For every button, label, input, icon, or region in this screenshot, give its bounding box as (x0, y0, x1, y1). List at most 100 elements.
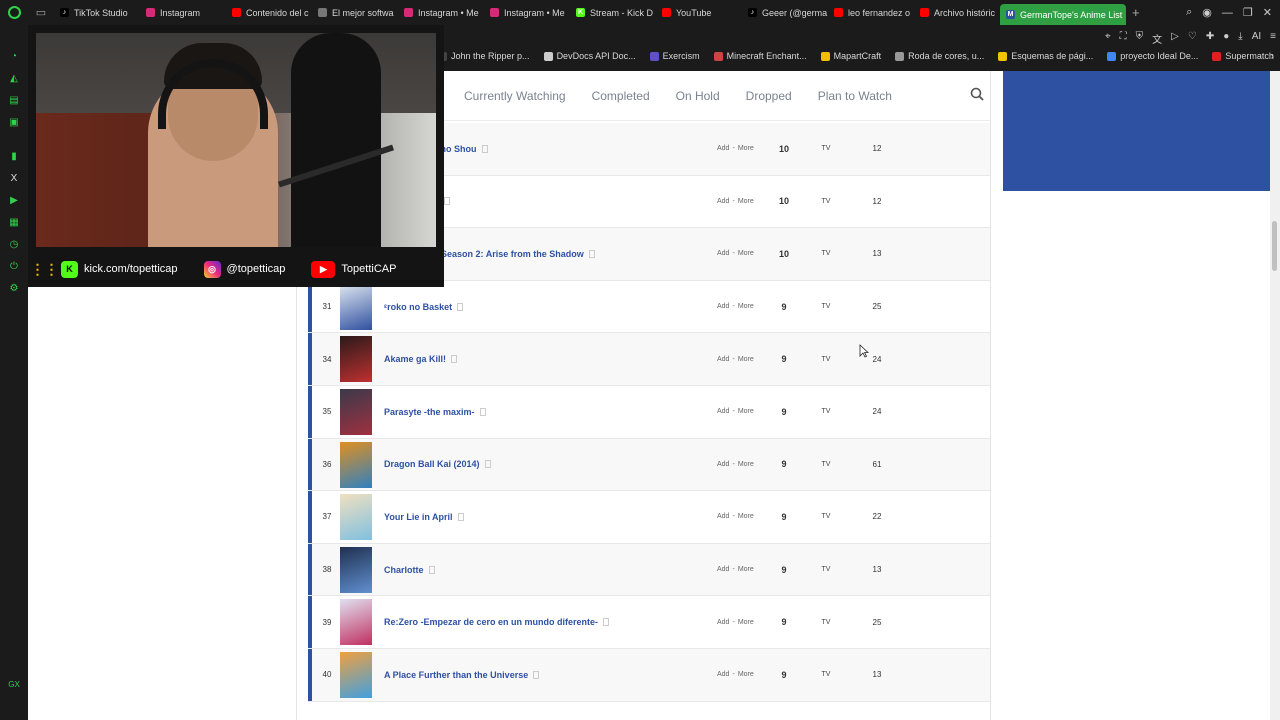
browser-tab[interactable]: M GermanTope's Anime List (1000, 4, 1126, 25)
anime-title-link[interactable]: Dragon Ball Kai (2014) (384, 439, 491, 491)
add-link[interactable]: Add (717, 198, 729, 205)
search-icon[interactable] (964, 81, 990, 107)
status-tab[interactable]: Plan to Watch (818, 89, 892, 103)
bookmark-item[interactable]: MapartCraft (820, 51, 881, 61)
anime-cover-image[interactable] (340, 388, 372, 435)
player-icon[interactable]: ▶ (0, 189, 28, 211)
anime-cover-image[interactable] (340, 599, 372, 646)
score[interactable]: 10 (774, 228, 794, 280)
translate-icon[interactable]: 文 (1152, 31, 1162, 46)
anime-title[interactable]: Your Lie in April (384, 512, 453, 522)
browser-tab[interactable]: leo fernandez o (828, 0, 914, 25)
gx-icon[interactable]: GX (0, 680, 28, 689)
twitch-icon[interactable]: ▮ (0, 145, 28, 167)
bookmarks-more-icon[interactable]: › (1271, 51, 1274, 62)
browser-tab[interactable]: Archivo históric (914, 0, 1000, 25)
add-link[interactable]: Add (717, 619, 729, 626)
browser-tab[interactable]: YouTube (656, 0, 742, 25)
power-icon[interactable]: ⏻ (0, 255, 28, 277)
score[interactable]: 9 (774, 649, 794, 701)
add-link[interactable]: Add (717, 145, 729, 152)
pin-icon[interactable]: ⌖ (1105, 31, 1111, 46)
anime-title[interactable]: Dragon Ball Kai (2014) (384, 459, 480, 469)
bookmark-item[interactable]: Supermatch (1212, 51, 1274, 61)
menu-icon[interactable]: ≡ (1270, 31, 1276, 46)
anime-title-link[interactable]: Parasyte -the maxim- (384, 386, 486, 438)
add-link[interactable]: Add (717, 513, 729, 520)
anime-title-link[interactable]: Your Lie in April (384, 491, 464, 543)
more-link[interactable]: More (738, 566, 754, 573)
more-link[interactable]: More (738, 250, 754, 257)
status-tab[interactable]: On Hold (676, 89, 720, 103)
close-icon[interactable]: ✕ (1263, 6, 1272, 19)
more-link[interactable]: More (738, 408, 754, 415)
score[interactable]: 9 (774, 439, 794, 491)
browser-tab[interactable]: K Stream - Kick D (570, 0, 656, 25)
anime-title[interactable]: Re:Zero -Empezar de cero en un mundo dif… (384, 617, 598, 627)
play-icon[interactable]: ▷ (1171, 31, 1179, 46)
settings-icon[interactable]: ⚙ (0, 277, 28, 299)
score[interactable]: 9 (774, 596, 794, 648)
browser-tab[interactable]: ♪ Geeer (@germa (742, 0, 828, 25)
clock-icon[interactable]: ◷ (0, 233, 28, 255)
add-link[interactable]: Add (717, 566, 729, 573)
bookmark-item[interactable]: proyecto Ideal De... (1107, 51, 1198, 61)
status-tab[interactable]: Dropped (746, 89, 792, 103)
heart-icon[interactable]: ♡ (1188, 31, 1197, 46)
extensions-icon[interactable]: ◭ (0, 67, 28, 89)
score[interactable]: 9 (774, 333, 794, 385)
more-link[interactable]: More (738, 513, 754, 520)
anime-title-link[interactable]: Re:Zero -Empezar de cero en un mundo dif… (384, 596, 610, 648)
episode-count[interactable]: 25 (866, 596, 888, 648)
scroll-thumb[interactable] (1272, 221, 1277, 271)
x-icon[interactable]: X (0, 167, 28, 189)
add-link[interactable]: Add (717, 408, 729, 415)
add-link[interactable]: Add (717, 356, 729, 363)
maximize-icon[interactable]: ❐ (1243, 6, 1253, 19)
more-link[interactable]: More (738, 356, 754, 363)
new-tab-button[interactable]: + (1126, 5, 1146, 20)
screenshot-icon[interactable]: ⛶ (1120, 31, 1127, 46)
notes-icon[interactable]: ▦ (0, 211, 28, 233)
anime-cover-image[interactable] (340, 336, 372, 383)
more-link[interactable]: More (738, 671, 754, 678)
episode-count[interactable]: 24 (866, 386, 888, 438)
page-scrollbar[interactable] (1270, 71, 1280, 720)
anime-title[interactable]: Parasyte -the maxim- (384, 407, 475, 417)
anime-title[interactable]: A Place Further than the Universe (384, 670, 528, 680)
anime-cover-image[interactable] (340, 441, 372, 488)
ai-icon[interactable]: AI (1252, 31, 1261, 46)
anime-cover-image[interactable] (340, 546, 372, 593)
browser-tab[interactable]: El mejor softwa (312, 0, 398, 25)
tab-overview-icon[interactable]: ▭ (28, 0, 54, 25)
episode-count[interactable]: 12 (866, 123, 888, 175)
episode-count[interactable]: 12 (866, 176, 888, 228)
episode-count[interactable]: 13 (866, 649, 888, 701)
more-link[interactable]: More (738, 303, 754, 310)
anime-cover-image[interactable] (340, 494, 372, 541)
bookmark-item[interactable]: John the Ripper p... (438, 51, 530, 61)
messenger-icon[interactable]: ▣ (0, 111, 28, 133)
browser-tab[interactable]: Instagram • Me (484, 0, 570, 25)
anime-cover-image[interactable] (340, 283, 372, 330)
episode-count[interactable]: 13 (866, 544, 888, 596)
more-link[interactable]: More (738, 619, 754, 626)
more-link[interactable]: More (738, 145, 754, 152)
anime-title-link[interactable]: A Place Further than the Universe (384, 649, 540, 701)
browser-logo-icon[interactable] (0, 0, 28, 25)
status-tab[interactable]: Completed (592, 89, 650, 103)
add-link[interactable]: Add (717, 303, 729, 310)
episode-count[interactable]: 61 (866, 439, 888, 491)
bookmark-item[interactable]: DevDocs API Doc... (543, 51, 636, 61)
more-link[interactable]: More (738, 461, 754, 468)
shield-icon[interactable]: ⛨ (1136, 31, 1144, 46)
anime-title[interactable]: Akame ga Kill! (384, 354, 446, 364)
bookmark-item[interactable]: Roda de cores, u... (895, 51, 984, 61)
browser-tab[interactable]: Contenido del c (226, 0, 312, 25)
browser-tab[interactable]: ♪ TikTok Studio (54, 0, 140, 25)
add-link[interactable]: Add (717, 671, 729, 678)
anime-title[interactable]: Charlotte (384, 565, 424, 575)
score[interactable]: 9 (774, 386, 794, 438)
add-link[interactable]: Add (717, 250, 729, 257)
add-link[interactable]: Add (717, 461, 729, 468)
